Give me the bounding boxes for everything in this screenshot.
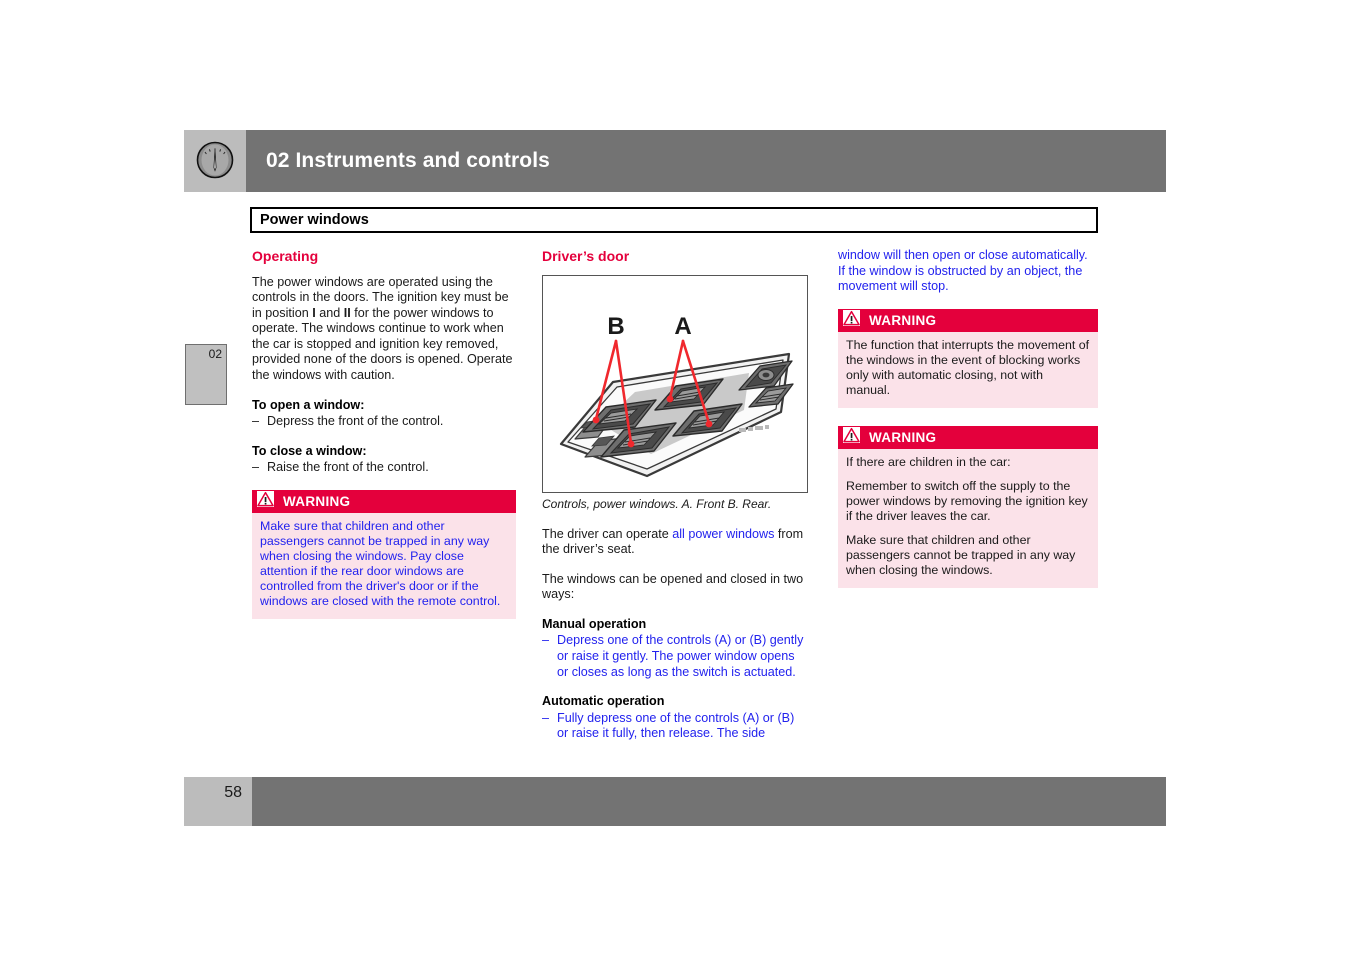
to-close-item: Raise the front of the control. (252, 460, 516, 476)
warning-triangle-icon (843, 309, 860, 331)
figure-label-b: B (607, 313, 624, 340)
warning-header: WARNING (252, 490, 516, 514)
warning-header: WARNING (838, 308, 1098, 332)
left-column-heading: Operating (252, 248, 319, 264)
gauge-icon (196, 141, 234, 184)
warning-box-right-2: WARNING If there are children in the car… (838, 425, 1098, 588)
operating-text-c: and (315, 305, 344, 320)
position-ii: II (343, 305, 351, 320)
all-power-windows-link[interactable]: all power windows (672, 527, 774, 541)
warning-triangle-icon (257, 491, 274, 512)
warning-text-1: If there are children in the car: (846, 454, 1011, 469)
automatic-operation-heading: Automatic operation (542, 694, 665, 709)
to-open-heading: To open a window: (252, 397, 365, 412)
two-ways-paragraph: The windows can be opened and closed in … (542, 571, 804, 602)
warning-header: WARNING (838, 425, 1098, 449)
section-title: Power windows (260, 212, 369, 228)
side-chapter-tab: 02 (185, 344, 227, 405)
left-column: Operating The power windows are operated… (252, 248, 516, 637)
side-chapter-tab-number: 02 (208, 347, 222, 361)
warning-label: WARNING (283, 494, 351, 510)
figure-label-a: A (674, 313, 691, 340)
middle-column: Driver’s door B A Controls, power window… (542, 248, 808, 756)
warning-label: WARNING (869, 312, 937, 328)
continuation-paragraph: window will then open or close automatic… (838, 248, 1088, 294)
chapter-icon-box (184, 130, 246, 192)
chapter-header-bar: 02 Instruments and controls (246, 130, 1166, 192)
driver-operate-text-a: The driver can operate (542, 526, 673, 541)
to-open-item: Depress the front of the control. (252, 414, 516, 430)
warning-body: The function that interrupts the movemen… (838, 331, 1098, 408)
manual-operation-item: Depress one of the controls (A) or (B) g… (542, 633, 808, 680)
section-title-bar: Power windows (250, 207, 1098, 233)
operating-paragraph: The power windows are operated using the… (252, 275, 516, 384)
footer-bar (252, 777, 1166, 826)
warning-body: Make sure that children and other passen… (252, 513, 516, 620)
warning-label: WARNING (869, 429, 937, 445)
driver-operate-paragraph: The driver can operate all power windows… (542, 527, 808, 558)
warning-text-3: Make sure that children and other passen… (846, 532, 1076, 577)
to-close-heading: To close a window: (252, 443, 367, 458)
figure-caption: Controls, power windows. A. Front B. Rea… (542, 496, 772, 511)
warning-text-2: Remember to switch off the supply to the… (846, 478, 1088, 523)
power-window-controls-illustration: B A (542, 274, 808, 493)
warning-triangle-icon (843, 426, 860, 448)
warning-box-right-1: WARNING The function that interrupts the… (838, 308, 1098, 408)
right-column: window will then open or close automatic… (838, 248, 1098, 606)
middle-column-heading: Driver’s door (542, 248, 630, 264)
page-root: 02 Instruments and controls Power window… (0, 0, 1351, 954)
warning-body: If there are children in the car: Rememb… (838, 448, 1098, 588)
chapter-title: 02 Instruments and controls (266, 149, 550, 172)
manual-operation-heading: Manual operation (542, 616, 647, 631)
automatic-operation-item: Fully depress one of the controls (A) or… (542, 711, 808, 742)
warning-text: Make sure that children and other passen… (260, 519, 501, 609)
warning-text: The function that interrupts the movemen… (846, 337, 1090, 397)
page-number-box: 58 (184, 777, 252, 826)
warning-box-left: WARNING Make sure that children and othe… (252, 490, 516, 620)
page-number: 58 (224, 784, 242, 801)
